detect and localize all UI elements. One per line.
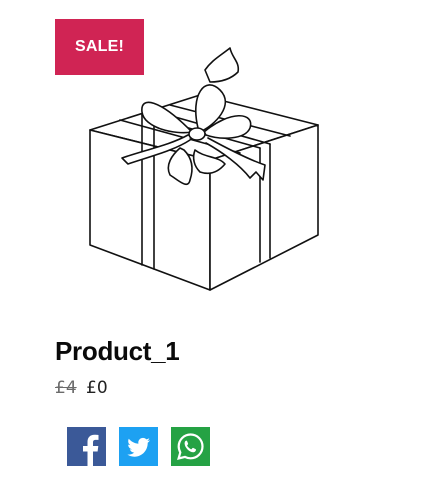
share-facebook-button[interactable]	[67, 427, 106, 466]
price-original: £4	[55, 378, 77, 398]
sale-badge: SALE!	[55, 19, 144, 75]
share-twitter-button[interactable]	[119, 427, 158, 466]
share-whatsapp-button[interactable]	[171, 427, 210, 466]
product-title[interactable]: Product_1	[55, 334, 180, 368]
twitter-icon	[119, 427, 158, 466]
whatsapp-icon	[171, 427, 210, 466]
product-image[interactable]	[80, 40, 330, 300]
share-buttons	[67, 427, 210, 466]
price-row: £4 £0	[55, 377, 108, 399]
price-sale: £0	[86, 378, 108, 398]
product-card: SALE! Product_1 £4 £0	[0, 0, 429, 492]
facebook-icon	[67, 427, 106, 466]
